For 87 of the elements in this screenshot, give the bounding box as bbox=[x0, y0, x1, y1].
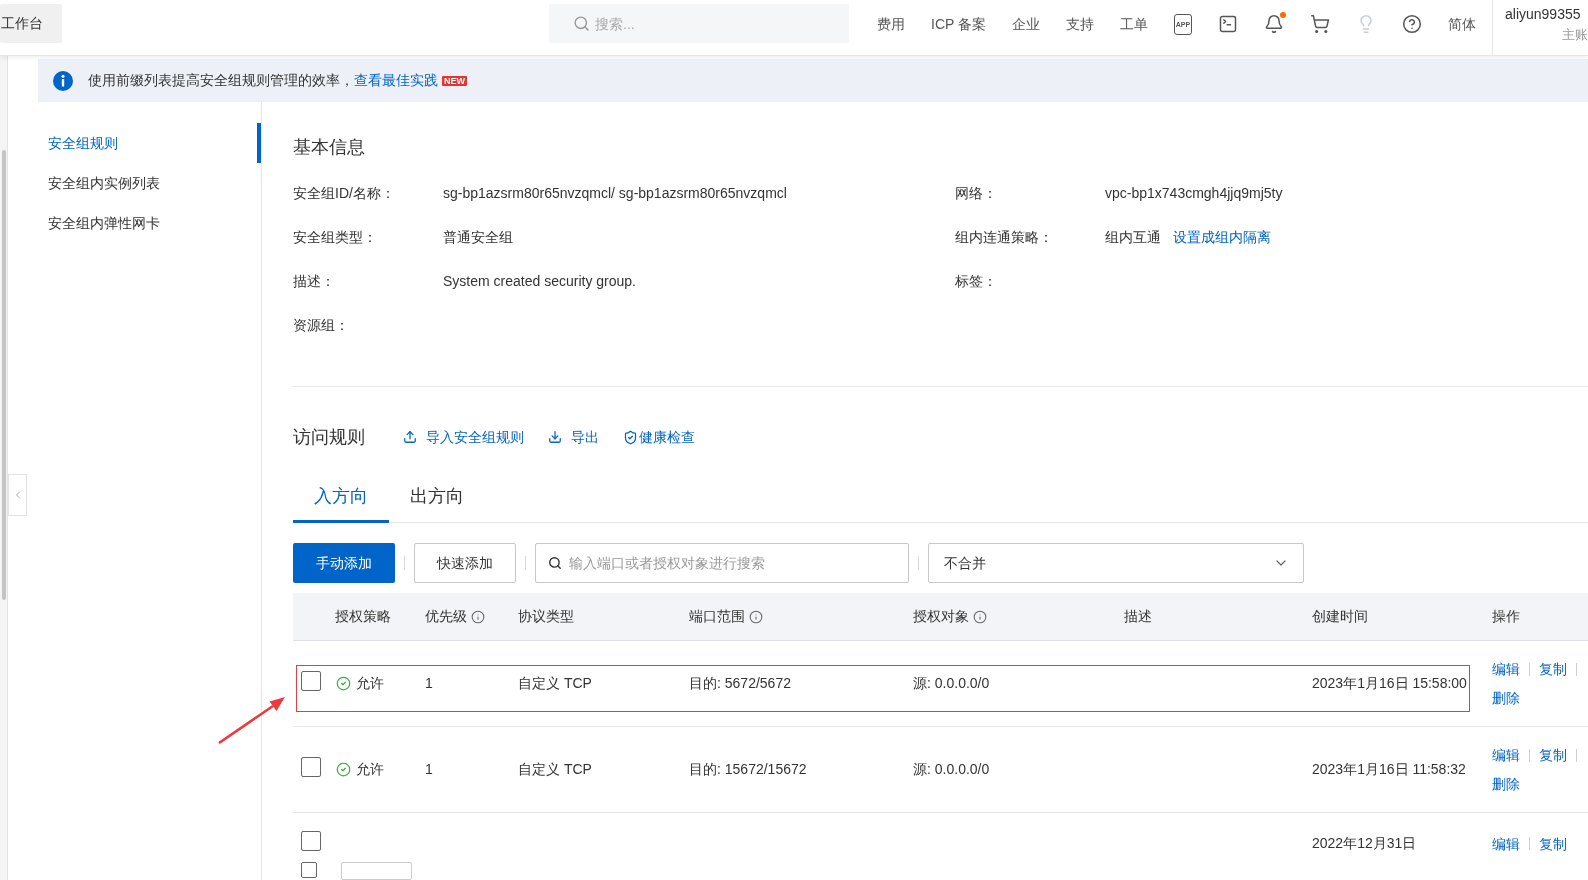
row-checkbox[interactable] bbox=[301, 670, 321, 691]
row-checkbox[interactable] bbox=[301, 830, 321, 851]
language-link[interactable]: 简体 bbox=[1448, 13, 1476, 35]
shield-check-icon bbox=[623, 429, 638, 445]
direction-tab[interactable]: 出方向 bbox=[389, 473, 485, 523]
table-cell-text: 源: 0.0.0.0/0 bbox=[913, 674, 990, 693]
field-value: System created security group. bbox=[443, 271, 636, 291]
row-action-link[interactable]: 复制 bbox=[1539, 745, 1567, 765]
sidebar-item[interactable]: 安全组规则 bbox=[8, 123, 261, 163]
column-header: 优先级 bbox=[425, 607, 467, 626]
quick-add-button[interactable]: 快速添加 bbox=[414, 543, 516, 583]
merge-select[interactable]: 不合并 bbox=[928, 543, 1304, 583]
rule-search-field[interactable]: 输入端口或者授权对象进行搜索 bbox=[535, 543, 909, 583]
row-action-link[interactable]: 编辑 bbox=[1492, 659, 1520, 679]
terminal-icon[interactable] bbox=[1218, 14, 1238, 34]
bell-icon[interactable] bbox=[1264, 14, 1284, 34]
field-label: 安全组ID/名称： bbox=[293, 183, 395, 203]
check-circle-icon bbox=[336, 676, 351, 691]
table-cell-text: 2023年1月16日 11:58:32 bbox=[1312, 760, 1466, 779]
nav-link[interactable]: 费用 bbox=[877, 13, 905, 35]
annotation-arrow bbox=[218, 696, 286, 744]
section-title: 访问规则 bbox=[293, 425, 365, 449]
table-cell-text: 自定义 TCP bbox=[518, 760, 592, 779]
search-icon bbox=[548, 556, 562, 570]
table-cell-text: 源: 0.0.0.0/0 bbox=[913, 760, 990, 779]
column-header: 操作 bbox=[1492, 607, 1520, 626]
table-cell-text: 允许 bbox=[356, 760, 384, 779]
field-value: 普通安全组 bbox=[443, 227, 513, 247]
sidebar-item[interactable]: 安全组内弹性网卡 bbox=[8, 203, 261, 243]
direction-tab[interactable]: 入方向 bbox=[293, 473, 389, 523]
search-field[interactable]: 搜索... bbox=[549, 4, 849, 43]
field-label: 网络： bbox=[955, 183, 997, 203]
table-cell-text: 允许 bbox=[356, 674, 384, 693]
table-cell-text: 自定义 TCP bbox=[518, 674, 592, 693]
download-icon bbox=[548, 430, 562, 444]
table-cell-text: 1 bbox=[425, 760, 433, 779]
manual-add-button[interactable]: 手动添加 bbox=[293, 543, 395, 583]
export-button[interactable]: 导出 bbox=[548, 426, 599, 448]
account-role: 主账 bbox=[1562, 26, 1588, 44]
field-value: 组内互通 bbox=[1105, 227, 1161, 247]
page-size-field[interactable] bbox=[341, 862, 412, 880]
info-icon bbox=[53, 70, 73, 91]
table-cell-text: 1 bbox=[425, 674, 433, 693]
table-cell-text: 2023年1月16日 15:58:00 bbox=[1312, 674, 1467, 693]
row-action-link[interactable]: 删除 bbox=[1492, 688, 1520, 708]
nav-link[interactable]: 企业 bbox=[1012, 13, 1040, 35]
row-action-link[interactable]: 编辑 bbox=[1492, 833, 1520, 854]
best-practice-link[interactable]: 查看最佳实践 bbox=[354, 70, 438, 91]
row-action-link[interactable]: 复制 bbox=[1539, 659, 1567, 679]
help-icon[interactable] bbox=[1402, 14, 1422, 34]
check-circle-icon bbox=[336, 762, 351, 777]
isolation-policy-link[interactable]: 设置成组内隔离 bbox=[1173, 226, 1271, 248]
field-value: sg-bp1azsrm80r65nvzqmcl/ sg-bp1azsrm80r65nvzqmcl bbox=[443, 183, 787, 203]
column-header: 端口范围 bbox=[689, 607, 745, 626]
account-name[interactable]: aliyun99355 bbox=[1505, 5, 1588, 23]
row-checkbox[interactable] bbox=[301, 756, 321, 777]
field-label: 描述： bbox=[293, 271, 335, 291]
cart-icon[interactable] bbox=[1310, 14, 1330, 34]
row-action-link[interactable]: 删除 bbox=[1492, 774, 1520, 794]
import-rules-button[interactable]: 导入安全组规则 bbox=[403, 426, 524, 448]
table-cell-text: 2022年12月31日 bbox=[1312, 834, 1417, 853]
column-header: 描述 bbox=[1124, 607, 1152, 626]
row-action-link[interactable]: 复制 bbox=[1539, 833, 1567, 854]
column-header: 创建时间 bbox=[1312, 607, 1368, 626]
upload-icon bbox=[403, 430, 417, 444]
row-action-link[interactable]: 编辑 bbox=[1492, 745, 1520, 765]
field-label: 标签： bbox=[955, 271, 997, 291]
field-value: vpc-bp1x743cmgh4jjq9mj5ty bbox=[1105, 183, 1283, 203]
sidebar-item[interactable]: 安全组内实例列表 bbox=[8, 163, 261, 203]
select-all-checkbox[interactable] bbox=[301, 862, 317, 878]
nav-link[interactable]: 工单 bbox=[1120, 13, 1148, 35]
banner-text: 使用前缀列表提高安全组规则管理的效率， bbox=[88, 71, 354, 90]
workbench-button[interactable]: 工作台 bbox=[0, 4, 62, 43]
field-label: 组内连通策略： bbox=[955, 227, 1053, 247]
nav-link[interactable]: 支持 bbox=[1066, 13, 1094, 35]
column-header: 协议类型 bbox=[518, 607, 574, 626]
table-cell-text: 目的: 5672/5672 bbox=[689, 674, 791, 693]
new-badge: NEW bbox=[442, 75, 467, 86]
field-label: 安全组类型： bbox=[293, 227, 377, 247]
column-header: 授权对象 bbox=[913, 607, 969, 626]
nav-link[interactable]: ICP 备案 bbox=[931, 13, 986, 35]
health-check-button[interactable]: 健康检查 bbox=[623, 426, 695, 448]
column-header: 授权策略 bbox=[335, 607, 391, 626]
table-cell-text: 目的: 15672/15672 bbox=[689, 760, 807, 779]
search-icon bbox=[573, 15, 590, 32]
field-label: 资源组： bbox=[293, 315, 349, 335]
section-title: 基本信息 bbox=[293, 136, 366, 159]
